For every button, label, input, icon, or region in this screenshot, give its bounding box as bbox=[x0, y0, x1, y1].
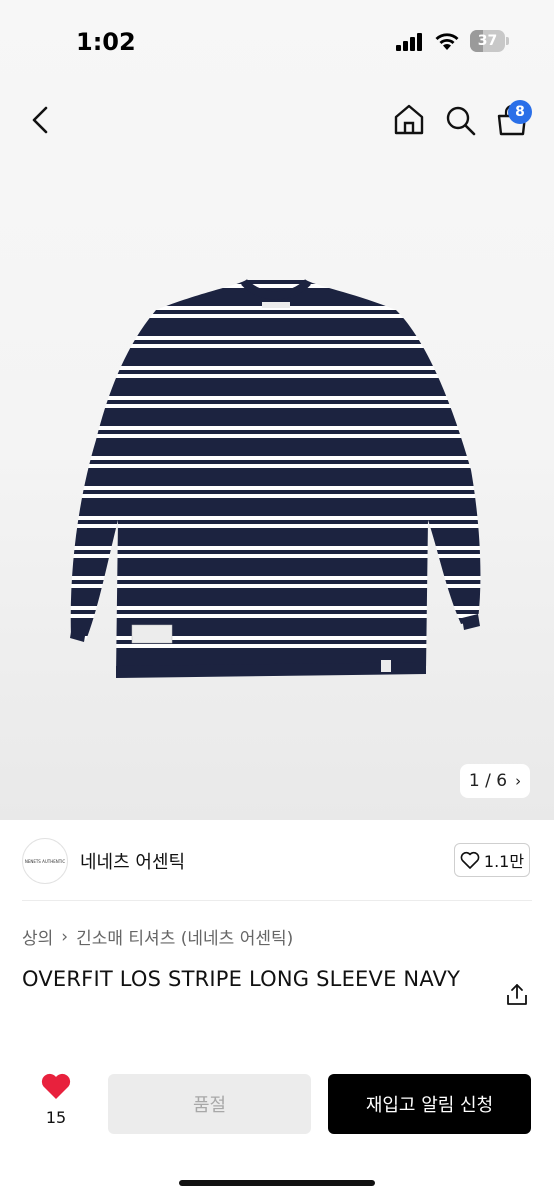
chevron-right-icon: › bbox=[61, 926, 69, 947]
brand-name[interactable]: 네네츠 어센틱 bbox=[80, 848, 185, 874]
wifi-icon bbox=[435, 33, 459, 50]
sold-out-button[interactable]: 품절 bbox=[108, 1074, 311, 1134]
brand-logo-mark: NENETS AUTHENTIC bbox=[24, 858, 66, 864]
breadcrumb-root[interactable]: 상의 bbox=[22, 924, 53, 949]
battery-percent: 37 bbox=[477, 33, 498, 49]
cellular-signal-icon bbox=[396, 33, 422, 51]
image-counter[interactable]: 1 / 6 › bbox=[460, 764, 530, 798]
brand-like-button[interactable]: 1.1만 bbox=[454, 843, 530, 877]
search-icon[interactable] bbox=[442, 100, 480, 140]
back-icon[interactable] bbox=[22, 100, 58, 140]
product-title: OVERFIT LOS STRIPE LONG SLEEVE NAVY bbox=[22, 967, 461, 991]
share-icon[interactable] bbox=[504, 982, 530, 1008]
home-icon[interactable] bbox=[390, 100, 428, 140]
divider bbox=[22, 900, 532, 901]
image-counter-text: 1 / 6 bbox=[468, 771, 508, 791]
product-image[interactable] bbox=[66, 270, 486, 690]
restock-notify-button[interactable]: 재입고 알림 신청 bbox=[328, 1074, 531, 1134]
breadcrumb-category[interactable]: 긴소매 티셔츠 (네네츠 어센틱) bbox=[76, 924, 293, 949]
favorite-button[interactable]: 15 bbox=[34, 1072, 78, 1138]
brand-logo[interactable]: NENETS AUTHENTIC bbox=[22, 838, 68, 884]
breadcrumb: 상의 › 긴소매 티셔츠 (네네츠 어센틱) bbox=[22, 924, 293, 950]
cart-count-badge: 8 bbox=[508, 100, 532, 124]
status-bar: 1:02 37 bbox=[0, 0, 554, 84]
heart-icon bbox=[41, 1073, 71, 1099]
status-time: 1:02 bbox=[76, 28, 136, 56]
brand-like-count: 1.1만 bbox=[483, 852, 525, 871]
favorite-count: 15 bbox=[45, 1108, 67, 1127]
home-indicator bbox=[179, 1180, 375, 1186]
heart-outline-icon bbox=[460, 851, 480, 869]
chevron-right-icon: › bbox=[515, 772, 522, 790]
battery-icon: 37 bbox=[470, 30, 510, 52]
